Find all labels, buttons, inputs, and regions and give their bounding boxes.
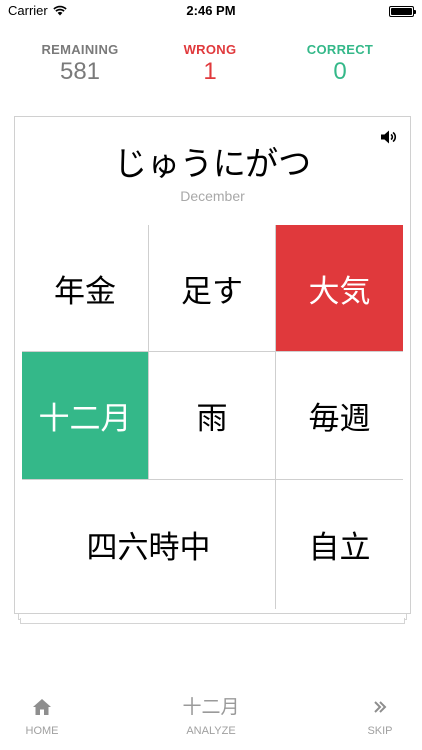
grid-divider [275,225,276,609]
status-bar: Carrier 2:46 PM [0,0,422,22]
answer-option[interactable]: 四六時中 [22,480,275,609]
home-button[interactable]: HOME [12,698,72,743]
clock: 2:46 PM [186,3,236,18]
speaker-icon[interactable] [380,129,398,145]
answer-grid: 年金 足す 大気 十二月 雨 毎週 四六時中 自立 [22,225,403,609]
grid-divider [148,225,149,479]
wrong-stat: WRONG 1 [150,42,270,86]
grid-divider [22,351,403,352]
analyze-label: ANALYZE [186,725,236,737]
skip-label: SKIP [367,725,393,737]
answer-option[interactable]: 自立 [276,480,403,609]
analyze-word: 十二月 [182,696,240,718]
answer-option-correct[interactable]: 十二月 [22,352,148,479]
wrong-label: WRONG [183,42,237,57]
quiz-card-stack: じゅうにがつ December 年金 足す 大気 十二月 雨 毎週 四六時中 自… [14,116,411,626]
quiz-card: じゅうにがつ December 年金 足す 大気 十二月 雨 毎週 四六時中 自… [14,116,411,614]
answer-option[interactable]: 年金 [22,225,148,351]
question-meaning: December [180,188,245,204]
battery-icon [389,6,416,17]
score-panel: REMAINING 581 WRONG 1 CORRECT 0 [0,42,422,92]
correct-stat: CORRECT 0 [280,42,400,86]
analyze-button[interactable]: 十二月 ANALYZE [166,696,256,744]
answer-option-wrong[interactable]: 大気 [276,225,403,351]
answer-option[interactable]: 雨 [149,352,275,479]
double-chevron-right-icon [374,701,387,713]
question-word: じゅうにがつ [113,144,312,183]
answer-option[interactable]: 毎週 [276,352,403,479]
correct-label: CORRECT [306,42,374,57]
answer-option[interactable]: 足す [149,225,275,351]
remaining-count: 581 [59,58,101,85]
remaining-stat: REMAINING 581 [20,42,140,86]
grid-divider [22,479,403,480]
correct-count: 0 [333,58,347,85]
card-stack-edge [20,618,405,624]
remaining-label: REMAINING [41,42,119,57]
home-label: HOME [25,725,59,737]
skip-button[interactable]: SKIP [352,698,408,743]
home-icon [33,699,51,715]
bottom-toolbar: HOME 十二月 ANALYZE SKIP [0,690,422,750]
wrong-count: 1 [203,58,217,85]
